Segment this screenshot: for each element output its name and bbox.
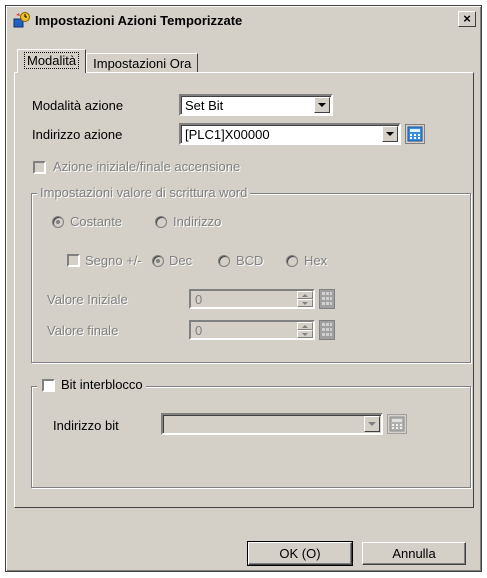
dialog-window: Impostazioni Azioni Temporizzate × Modal… xyxy=(5,5,482,572)
hex-radio[interactable] xyxy=(286,255,298,267)
tab-panel: Modalità azione Set Bit Indirizzo azione… xyxy=(14,72,474,508)
initial-value-keypad-icon[interactable] xyxy=(319,289,335,309)
tab-modalita-label: Modalità xyxy=(24,52,80,69)
address-radio-label: Indirizzo xyxy=(173,214,222,229)
action-mode-select[interactable]: Set Bit xyxy=(179,94,333,116)
sign-checkbox[interactable] xyxy=(67,254,80,267)
bcd-radio[interactable] xyxy=(218,255,230,267)
power-action-checkbox[interactable] xyxy=(33,161,46,174)
spin-down-icon[interactable] xyxy=(297,330,313,338)
initial-value-spinner[interactable]: 0 xyxy=(189,289,315,309)
tab-impostazioni-ora-label: Impostazioni Ora xyxy=(93,56,192,71)
interlock-group xyxy=(31,386,471,488)
action-address-value: [PLC1]X00000 xyxy=(185,127,270,142)
action-address-select[interactable]: [PLC1]X00000 xyxy=(179,123,401,145)
interlock-title-label: Bit interblocco xyxy=(61,377,143,392)
spin-up-icon[interactable] xyxy=(297,322,313,330)
action-address-dropdown-arrow-icon[interactable] xyxy=(382,126,398,142)
ok-button[interactable]: OK (O) xyxy=(247,541,353,566)
initial-value-spin-buttons[interactable] xyxy=(297,291,313,307)
action-mode-dropdown-arrow-icon[interactable] xyxy=(314,97,330,113)
cancel-button[interactable]: Annulla xyxy=(362,542,466,565)
final-value-keypad-icon[interactable] xyxy=(319,320,335,340)
constant-radio[interactable] xyxy=(52,216,64,228)
interlock-checkbox[interactable] xyxy=(42,379,55,392)
final-value-label: Valore finale xyxy=(47,323,119,338)
bit-address-keypad-icon[interactable] xyxy=(387,414,407,434)
bcd-label: BCD xyxy=(236,253,264,268)
action-address-label: Indirizzo azione xyxy=(32,127,123,142)
initial-value-label: Valore Iniziale xyxy=(47,292,128,307)
dec-radio[interactable] xyxy=(152,255,164,267)
power-action-label: Azione iniziale/finale accensione xyxy=(53,159,241,174)
constant-label: Costante xyxy=(70,214,123,229)
word-value-group-title: Impostazioni valore di scrittura word xyxy=(37,185,251,200)
final-value-spinner[interactable]: 0 xyxy=(189,320,315,340)
sign-label: Segno +/- xyxy=(85,253,142,268)
spin-down-icon[interactable] xyxy=(297,299,313,307)
app-icon xyxy=(13,11,31,29)
tab-bar: Modalità Impostazioni Ora xyxy=(17,49,199,73)
address-radio[interactable] xyxy=(155,216,167,228)
hex-label: Hex xyxy=(304,253,328,268)
action-mode-label: Modalità azione xyxy=(32,98,124,113)
address-input-keypad-icon[interactable] xyxy=(405,124,425,144)
action-mode-value: Set Bit xyxy=(185,98,224,113)
window-title: Impostazioni Azioni Temporizzate xyxy=(35,12,243,28)
bit-address-label: Indirizzo bit xyxy=(53,418,119,433)
final-value: 0 xyxy=(195,323,203,338)
tab-modalita[interactable]: Modalità xyxy=(17,49,87,73)
title-bar[interactable]: Impostazioni Azioni Temporizzate × xyxy=(9,9,478,31)
close-button[interactable]: × xyxy=(458,11,476,27)
tab-impostazioni-ora[interactable]: Impostazioni Ora xyxy=(86,53,199,73)
dec-label: Dec xyxy=(169,253,193,268)
spin-up-icon[interactable] xyxy=(297,291,313,299)
bit-address-dropdown-arrow-icon[interactable] xyxy=(364,416,380,432)
initial-value: 0 xyxy=(195,292,203,307)
final-value-spin-buttons[interactable] xyxy=(297,322,313,338)
bit-address-select[interactable] xyxy=(161,413,383,435)
